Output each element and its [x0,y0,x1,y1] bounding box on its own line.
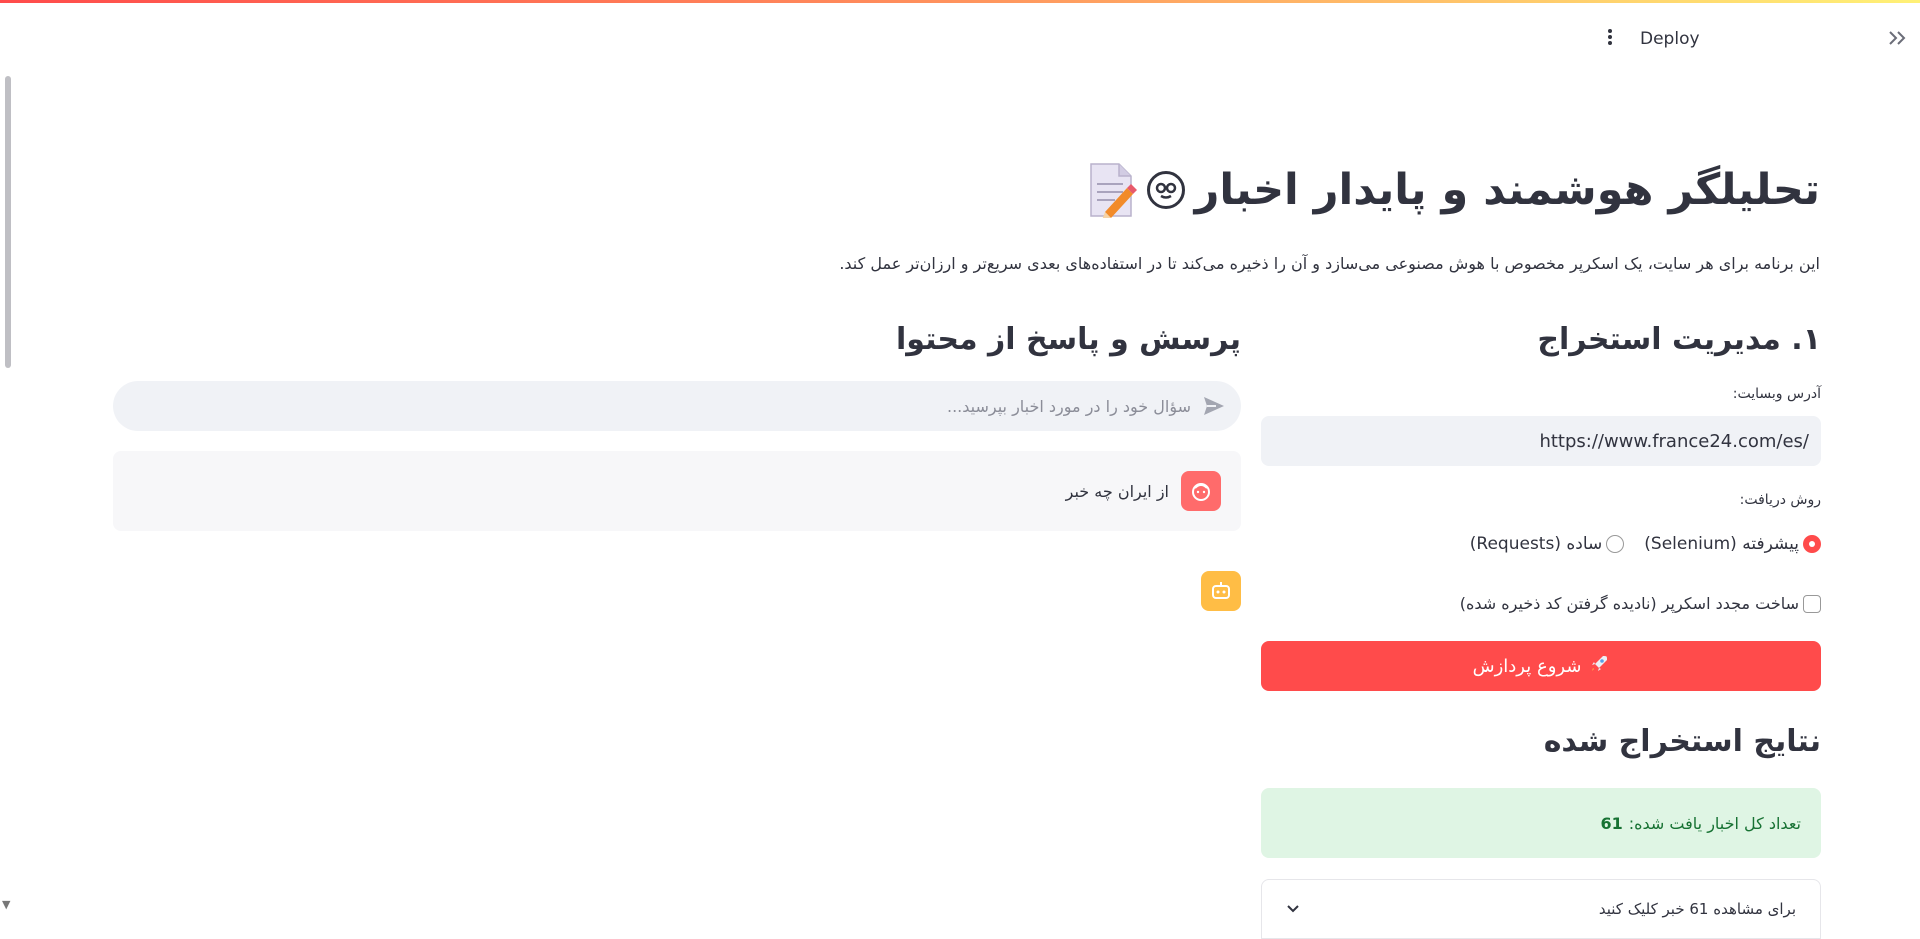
assistant-chat-message [1201,571,1241,611]
user-avatar [1181,471,1221,511]
method-field-group: روش دریافت: [1261,492,1821,508]
bot-avatar [1201,571,1241,611]
start-button-wrapper: شروع پردازش [1261,641,1821,691]
vertical-ellipsis-icon [1607,28,1613,50]
url-input[interactable]: https://www.france24.com/es/ [1261,416,1821,466]
send-icon[interactable] [1201,393,1227,419]
scroll-down-icon[interactable]: ▼ [2,898,10,911]
url-field-group: آدرس وبسایت: [1261,386,1821,402]
start-processing-button[interactable]: شروع پردازش [1261,641,1821,691]
results-expander[interactable]: برای مشاهده 61 خبر کلیک کنید [1261,879,1821,939]
results-count-value: 61 [1600,813,1623,833]
chat-input-placeholder: سؤال خود را در مورد اخبار بپرسید... [946,396,1191,416]
sidebar-collapse-button[interactable] [1884,25,1912,55]
results-section: نتایج استخراج شده [1261,724,1821,759]
deploy-button[interactable]: Deploy [1630,23,1710,55]
rebuild-checkbox-group: ساخت مجدد اسکرپر (نادیده گرفتن کد ذخیره … [1261,594,1821,613]
results-expander-wrapper: برای مشاهده 61 خبر کلیک کنید [1261,879,1821,939]
chat-input[interactable]: سؤال خود را در مورد اخبار بپرسید... [113,381,1241,431]
memo-pencil-icon [1087,162,1137,220]
results-count-wrapper: تعداد کل اخبار یافت شده: 61 [1261,788,1821,858]
method-label: روش دریافت: [1739,492,1821,508]
user-chat-message: از ایران چه خبر [113,451,1241,531]
checkbox-box [1803,594,1821,613]
results-count-alert: تعداد کل اخبار یافت شده: 61 [1261,788,1821,858]
rebuild-scraper-checkbox[interactable]: ساخت مجدد اسکرپر (نادیده گرفتن کد ذخیره … [1261,594,1821,613]
extraction-section: ۱. مدیریت استخراج [1261,322,1821,357]
url-label: آدرس وبسایت: [1732,386,1821,402]
double-chevron-right-icon [1888,30,1908,50]
radio-requests-label: ساده (Requests) [1469,534,1603,554]
url-input-wrapper: https://www.france24.com/es/ [1261,416,1821,466]
rocket-icon [1589,654,1609,679]
page-title: تحلیلگر هوشمند و پایدار اخبار [1194,165,1820,215]
chevron-down-icon [1286,900,1300,918]
radio-selected-icon [1803,535,1821,553]
qa-section: پرسش و پاسخ از محتوا [113,322,1241,357]
rebuild-scraper-label: ساخت مجدد اسکرپر (نادیده گرفتن کد ذخیره … [1459,594,1799,613]
face-emoji-icon [1146,171,1185,209]
radio-selenium[interactable]: پیشرفته (Selenium) [1644,534,1821,554]
page-scrollbar[interactable] [5,76,11,368]
radio-selenium-label: پیشرفته (Selenium) [1644,534,1799,554]
start-processing-label: شروع پردازش [1472,655,1582,677]
page-description: این برنامه برای هر سایت، یک اسکرپر مخصوص… [839,254,1820,273]
results-heading: نتایج استخراج شده [1543,724,1821,759]
radio-requests[interactable]: ساده (Requests) [1470,534,1625,554]
extraction-heading: ۱. مدیریت استخراج [1537,322,1821,357]
results-count-text: تعداد کل اخبار یافت شده: [1628,813,1801,833]
results-expander-label: برای مشاهده 61 خبر کلیک کنید [1598,900,1796,918]
app-header: Deploy [0,3,1920,73]
qa-heading: پرسش و پاسخ از محتوا [896,322,1241,357]
radio-unselected-icon [1606,535,1625,553]
user-message-text: از ایران چه خبر [1065,481,1169,501]
page-title-row: تحلیلگر هوشمند و پایدار اخبار [1087,162,1820,220]
main-menu-button[interactable] [1596,25,1624,53]
method-radio-group: پیشرفته (Selenium) ساده (Requests) [1261,534,1821,554]
